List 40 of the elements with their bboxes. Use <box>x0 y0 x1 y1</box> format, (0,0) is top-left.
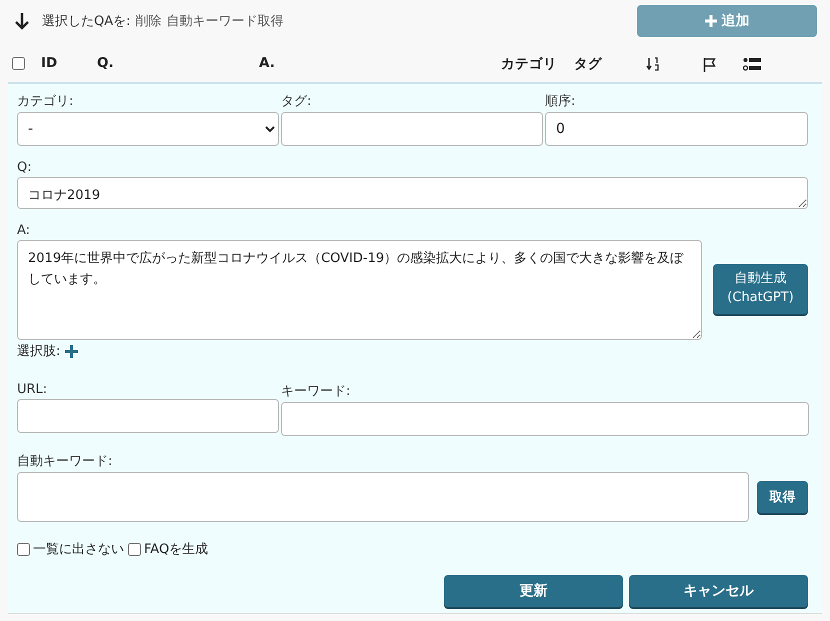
column-header: カテゴリ <box>501 55 557 73</box>
checkbox-label: FAQを生成 <box>144 541 208 558</box>
category-select[interactable]: - <box>17 112 279 146</box>
sort-icon <box>646 57 660 71</box>
answer-field[interactable]: 2019年に世界中で広がった新型コロナウイルス（COVID-19）の感染拡大により、多くの国で大きな影響を及ぼしています。 <box>17 240 702 340</box>
field-label: URL: <box>17 382 48 397</box>
keyword-field[interactable] <box>281 402 809 436</box>
update-button[interactable]: 更新 <box>444 575 623 607</box>
column-header: A. <box>259 55 275 71</box>
fetch-button[interactable]: 取得 <box>757 481 808 513</box>
flag-icon <box>703 57 717 72</box>
down-arrow-icon <box>14 12 30 30</box>
column-header: タグ <box>574 55 602 73</box>
checkbox-label: 一覧に出さない <box>33 541 124 558</box>
field-label: タグ: <box>281 93 312 110</box>
add-choice-icon[interactable] <box>65 344 78 358</box>
plus-icon <box>704 15 716 27</box>
option-checkbox[interactable] <box>128 542 141 556</box>
question-field[interactable]: コロナ2019 <box>17 177 808 209</box>
auto-keyword-field[interactable] <box>17 472 750 522</box>
cancel-button[interactable]: キャンセル <box>629 575 808 607</box>
option-checkbox[interactable] <box>17 542 30 556</box>
choices-label: 選択肢: <box>17 343 60 360</box>
order-field[interactable]: 0 <box>545 112 808 146</box>
bulk-action-link[interactable]: 削除 <box>136 12 162 30</box>
column-header: Q. <box>97 55 114 71</box>
field-label: キーワード: <box>281 383 352 400</box>
selection-label: 選択したQAを: <box>42 13 131 30</box>
tag-field[interactable] <box>281 112 543 146</box>
bulk-action-link[interactable]: 自動キーワード取得 <box>166 12 284 30</box>
field-label: 順序: <box>545 93 576 110</box>
url-field[interactable] <box>17 399 279 433</box>
generate-button[interactable]: 自動生成 (ChatGPT) <box>713 264 808 314</box>
field-label: A: <box>17 223 32 238</box>
select-all-checkbox[interactable] <box>12 57 25 70</box>
column-header: ID <box>41 55 58 71</box>
list-icon <box>743 57 761 71</box>
field-label: カテゴリ: <box>17 93 74 110</box>
field-label: Q: <box>17 160 33 175</box>
field-label: 自動キーワード: <box>17 453 114 470</box>
